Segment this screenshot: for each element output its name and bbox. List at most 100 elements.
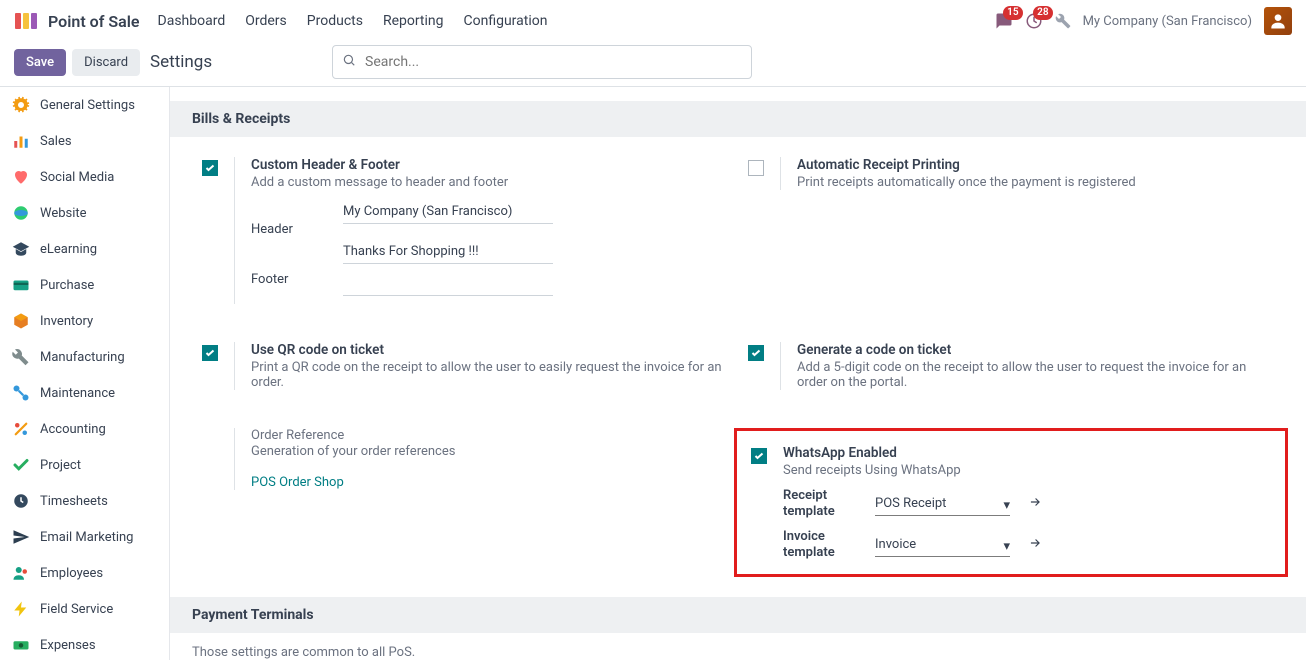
- setting-custom-header-footer: Custom Header & Footer Add a custom mess…: [202, 157, 728, 322]
- actionbar: Save Discard Settings: [0, 42, 1306, 86]
- setting-title: Use QR code on ticket: [251, 342, 728, 358]
- activities-badge: 28: [1033, 6, 1052, 20]
- nav-configuration[interactable]: Configuration: [464, 13, 548, 29]
- bolt-icon: [12, 600, 30, 618]
- cash-icon: [12, 636, 30, 654]
- setting-qr-code: Use QR code on ticket Print a QR code on…: [202, 342, 728, 408]
- setting-desc: Add a custom message to header and foote…: [251, 175, 728, 190]
- user-avatar[interactable]: [1264, 7, 1292, 35]
- footer-input[interactable]: [343, 272, 553, 296]
- footer-value-input[interactable]: [343, 240, 553, 264]
- settings-sidebar[interactable]: General Settings Sales Social Media Webs…: [0, 87, 170, 660]
- sidebar-item-label: Purchase: [40, 278, 94, 293]
- sidebar-item-manufacturing[interactable]: Manufacturing: [0, 339, 169, 375]
- app-title[interactable]: Point of Sale: [48, 12, 140, 31]
- sidebar-item-expenses[interactable]: Expenses: [0, 627, 169, 660]
- discard-button[interactable]: Discard: [72, 49, 140, 76]
- sidebar-item-general[interactable]: General Settings: [0, 87, 169, 123]
- chart-icon: [12, 132, 30, 150]
- box-icon: [12, 312, 30, 330]
- app-icon: [14, 9, 38, 33]
- settings-main[interactable]: Bills & Receipts Custom Header & Footer …: [170, 87, 1306, 660]
- messages-icon[interactable]: 15: [995, 12, 1013, 30]
- save-button[interactable]: Save: [14, 49, 66, 76]
- setting-desc: Print a QR code on the receipt to allow …: [251, 360, 728, 390]
- tool-icon: [12, 384, 30, 402]
- sidebar-item-website[interactable]: Website: [0, 195, 169, 231]
- search-wrap: [332, 45, 752, 79]
- setting-desc: Generation of your order references: [251, 444, 728, 459]
- send-icon: [12, 528, 30, 546]
- order-reference-link[interactable]: POS Order Shop: [251, 475, 344, 490]
- sidebar-item-label: Expenses: [40, 638, 96, 653]
- sidebar-item-label: Website: [40, 206, 87, 221]
- nav-products[interactable]: Products: [307, 13, 363, 29]
- company-selector[interactable]: My Company (San Francisco): [1083, 14, 1252, 29]
- sidebar-item-label: Field Service: [40, 602, 113, 617]
- sidebar-item-timesheets[interactable]: Timesheets: [0, 483, 169, 519]
- header-input[interactable]: [343, 200, 553, 224]
- setting-desc: Add a 5-digit code on the receipt to all…: [797, 360, 1274, 390]
- sidebar-item-label: eLearning: [40, 242, 97, 257]
- external-link-icon[interactable]: [1028, 495, 1042, 513]
- footer-label: Footer: [251, 272, 333, 287]
- top-nav: Dashboard Orders Products Reporting Conf…: [158, 13, 548, 29]
- sidebar-item-inventory[interactable]: Inventory: [0, 303, 169, 339]
- setting-whatsapp-highlight: WhatsApp Enabled Send receipts Using Wha…: [734, 428, 1288, 577]
- nav-orders[interactable]: Orders: [245, 13, 287, 29]
- sidebar-item-project[interactable]: Project: [0, 447, 169, 483]
- gear-icon: [12, 96, 30, 114]
- search-input[interactable]: [332, 45, 752, 79]
- sidebar-item-maintenance[interactable]: Maintenance: [0, 375, 169, 411]
- setting-title: Automatic Receipt Printing: [797, 157, 1274, 173]
- setting-generate-code: Generate a code on ticket Add a 5-digit …: [748, 342, 1274, 408]
- activities-icon[interactable]: 28: [1025, 12, 1043, 30]
- receipt-template-select[interactable]: ▾: [875, 492, 1010, 516]
- sidebar-item-sales[interactable]: Sales: [0, 123, 169, 159]
- debug-icon[interactable]: [1055, 13, 1071, 29]
- setting-desc: Send receipts Using WhatsApp: [783, 463, 1271, 478]
- sidebar-item-purchase[interactable]: Purchase: [0, 267, 169, 303]
- checkbox-qr-code[interactable]: [202, 345, 218, 361]
- receipt-template-input[interactable]: [875, 492, 1010, 516]
- topbar: Point of Sale Dashboard Orders Products …: [0, 0, 1306, 42]
- sidebar-item-accounting[interactable]: Accounting: [0, 411, 169, 447]
- invoice-template-select[interactable]: ▾: [875, 533, 1010, 557]
- sidebar-item-employees[interactable]: Employees: [0, 555, 169, 591]
- nav-dashboard[interactable]: Dashboard: [158, 13, 226, 29]
- sidebar-item-label: Email Marketing: [40, 530, 133, 545]
- invoice-template-label: Invoice template: [783, 529, 865, 560]
- checkbox-custom-header[interactable]: [202, 160, 218, 176]
- invoice-template-input[interactable]: [875, 533, 1010, 557]
- checkbox-whatsapp[interactable]: [751, 448, 767, 464]
- percent-icon: [12, 420, 30, 438]
- card-icon: [12, 276, 30, 294]
- sidebar-item-label: Accounting: [40, 422, 106, 437]
- setting-title: WhatsApp Enabled: [783, 445, 1271, 461]
- sidebar-item-elearning[interactable]: eLearning: [0, 231, 169, 267]
- sidebar-item-label: Social Media: [40, 170, 114, 185]
- users-icon: [12, 564, 30, 582]
- setting-order-reference: Order Reference Generation of your order…: [202, 428, 728, 577]
- clock-icon: [12, 492, 30, 510]
- check-icon: [12, 456, 30, 474]
- section-payment-terminals: Payment Terminals: [170, 597, 1306, 633]
- header-label: Header: [251, 200, 333, 237]
- graduation-icon: [12, 240, 30, 258]
- setting-title: Custom Header & Footer: [251, 157, 728, 173]
- nav-reporting[interactable]: Reporting: [383, 13, 444, 29]
- search-icon: [342, 53, 356, 71]
- heart-icon: [12, 168, 30, 186]
- sidebar-item-label: Project: [40, 458, 81, 473]
- sidebar-item-email[interactable]: Email Marketing: [0, 519, 169, 555]
- checkbox-generate-code[interactable]: [748, 345, 764, 361]
- setting-auto-receipt: Automatic Receipt Printing Print receipt…: [748, 157, 1274, 322]
- external-link-icon[interactable]: [1028, 536, 1042, 554]
- messages-badge: 15: [1003, 6, 1022, 20]
- sidebar-item-social[interactable]: Social Media: [0, 159, 169, 195]
- topbar-right: 15 28 My Company (San Francisco): [995, 7, 1292, 35]
- globe-icon: [12, 204, 30, 222]
- checkbox-auto-receipt[interactable]: [748, 160, 764, 176]
- sidebar-item-field-service[interactable]: Field Service: [0, 591, 169, 627]
- page-title: Settings: [150, 52, 212, 72]
